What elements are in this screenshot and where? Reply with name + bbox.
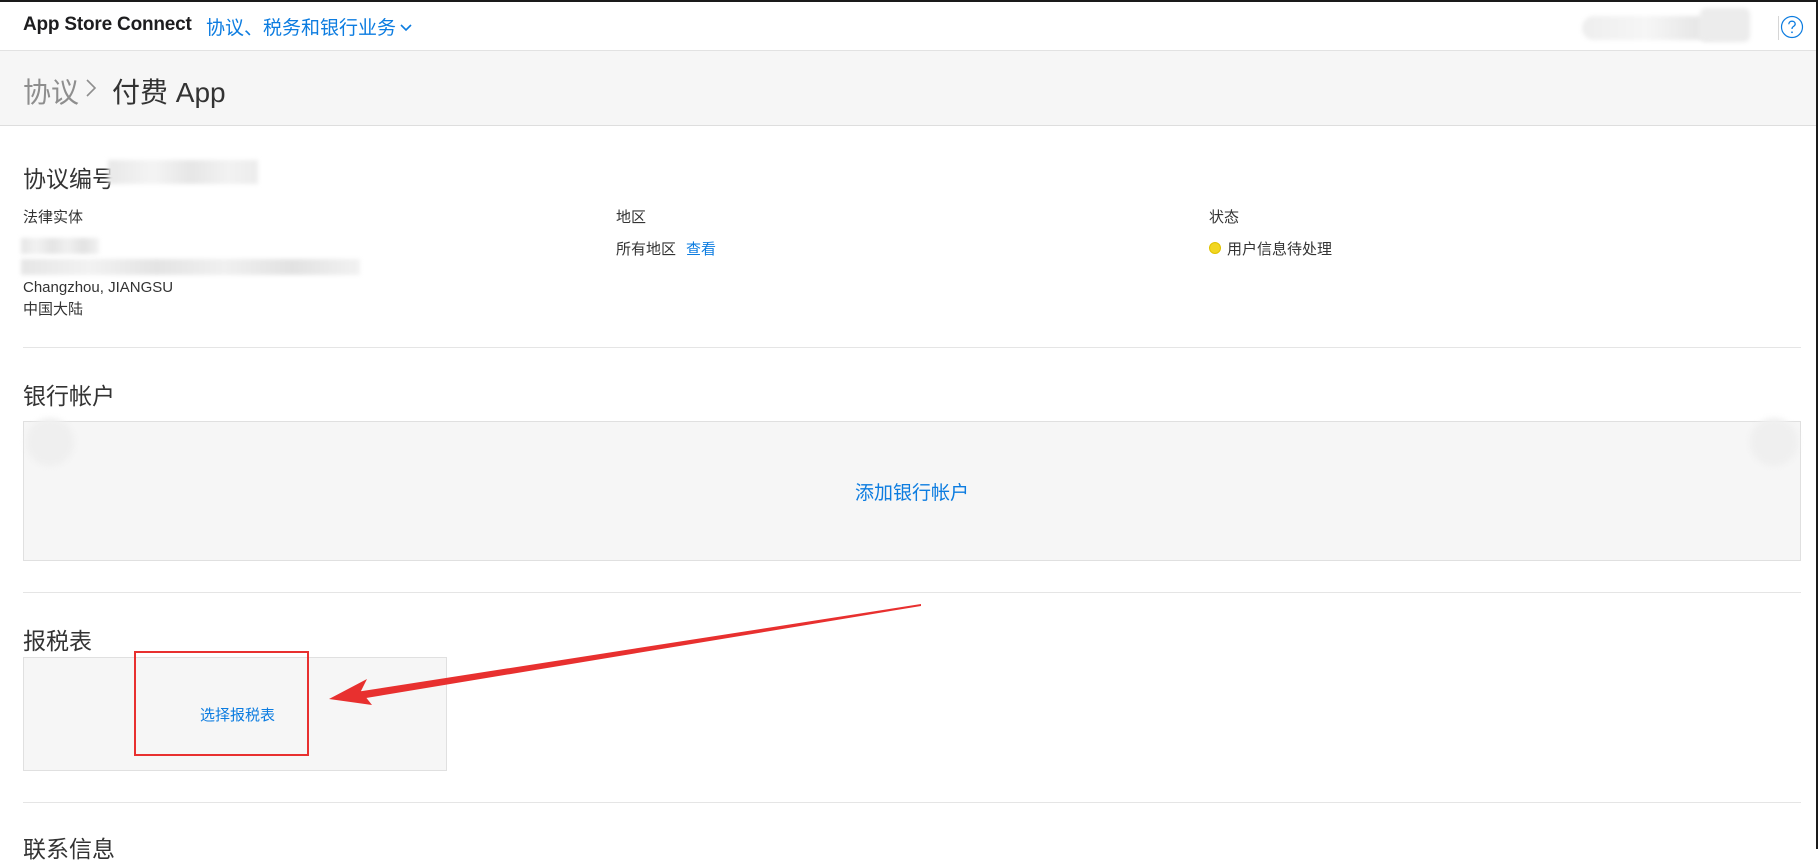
legal-entity-label: 法律实体 bbox=[23, 209, 84, 226]
panel-ghost-left bbox=[26, 418, 74, 466]
region-value: 所有地区 bbox=[616, 241, 677, 258]
panel-ghost-right bbox=[1750, 418, 1798, 466]
status-value: 用户信息待处理 bbox=[1227, 241, 1333, 258]
status-label: 状态 bbox=[1209, 209, 1240, 226]
chevron-right-icon bbox=[86, 79, 97, 97]
section-menu-label: 协议、税务和银行业务 bbox=[206, 18, 397, 39]
section-divider bbox=[23, 802, 1801, 803]
breadcrumb-parent-link[interactable]: 协议 bbox=[23, 71, 79, 111]
tax-forms-title: 报税表 bbox=[23, 628, 92, 654]
help-icon[interactable] bbox=[1780, 15, 1804, 39]
legal-entity-country: 中国大陆 bbox=[23, 301, 84, 318]
legal-entity-city: Changzhou, JIANGSU bbox=[23, 279, 174, 296]
breadcrumb: 协议 付费 App bbox=[0, 51, 1816, 126]
agreement-number-redacted bbox=[108, 160, 258, 184]
agreement-number-title: 协议编号 bbox=[23, 166, 115, 192]
chevron-down-icon bbox=[400, 24, 412, 32]
top-bar: App Store Connect 协议、税务和银行业务 bbox=[0, 2, 1816, 51]
app-title[interactable]: App Store Connect bbox=[23, 14, 192, 36]
bank-account-panel: 添加银行帐户 bbox=[23, 418, 1801, 561]
account-avatar-redacted bbox=[1700, 8, 1750, 42]
section-divider bbox=[23, 592, 1801, 593]
add-bank-account-button[interactable]: 添加银行帐户 bbox=[24, 478, 1800, 505]
status-indicator bbox=[1209, 242, 1221, 254]
page-title: 付费 App bbox=[112, 77, 226, 108]
legal-entity-address-redacted bbox=[21, 259, 360, 275]
region-label: 地区 bbox=[616, 209, 647, 226]
section-menu[interactable]: 协议、税务和银行业务 bbox=[206, 13, 412, 40]
section-divider bbox=[23, 347, 1801, 348]
legal-entity-name-redacted bbox=[21, 238, 99, 254]
annotation-highlight-box bbox=[134, 651, 309, 756]
topbar-divider bbox=[1778, 16, 1779, 40]
contact-info-title: 联系信息 bbox=[23, 836, 115, 862]
bank-account-title: 银行帐户 bbox=[23, 383, 115, 409]
view-regions-link[interactable]: 查看 bbox=[686, 238, 716, 259]
